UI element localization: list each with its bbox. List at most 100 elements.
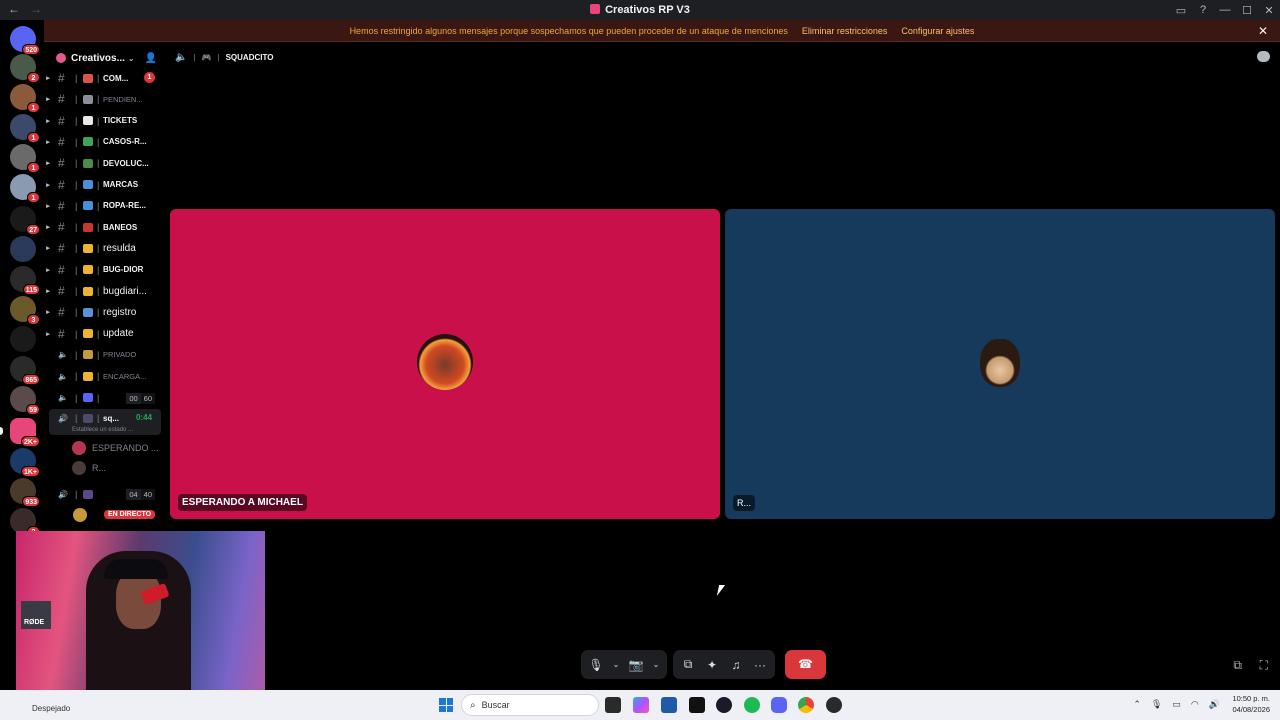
search-icon: ⌕	[470, 699, 476, 711]
more-options-icon[interactable]: ···	[751, 658, 769, 672]
text-channel[interactable]: ▸ # | | COM... 1	[44, 68, 165, 88]
voice-channel[interactable]: 🔊 | 04 40	[44, 484, 165, 504]
clock[interactable]: 10:50 p. m. 04/08/2026	[1232, 693, 1270, 715]
close-window-button[interactable]: ✕	[1258, 4, 1280, 17]
windows-start-icon[interactable]	[439, 698, 453, 712]
channel-emoji-icon	[83, 73, 93, 83]
server-icon[interactable]: 27	[10, 206, 40, 235]
help-icon[interactable]: ?	[1192, 4, 1214, 16]
clock-date: 04/08/2026	[1232, 705, 1270, 714]
text-channel[interactable]: ▸ # | | PENDIEN...	[44, 89, 165, 109]
microphone-icon[interactable]: 🎙	[587, 658, 605, 672]
channel-label: bugdiari...	[103, 285, 147, 297]
configure-settings-link[interactable]: Configurar ajustes	[901, 26, 974, 36]
server-icon[interactable]: 1K+	[10, 448, 40, 477]
server-icon-active[interactable]: 2K+	[0, 418, 40, 447]
separator: |	[75, 73, 78, 83]
channel-label: sq...	[103, 413, 120, 423]
text-channel[interactable]: ▸ # | | registro	[44, 302, 165, 322]
chat-bubble-icon[interactable]	[1257, 51, 1270, 62]
server-icon[interactable]: 865	[10, 356, 40, 385]
task-view-icon[interactable]	[605, 697, 621, 713]
close-banner-icon[interactable]: ✕	[1258, 24, 1268, 38]
popout-icon[interactable]: ⧉	[1233, 658, 1242, 673]
server-icon[interactable]: 1	[10, 144, 40, 173]
soundboard-icon[interactable]: ♫	[727, 658, 745, 672]
activities-icon[interactable]: ✦	[703, 658, 721, 672]
app-icon[interactable]	[716, 697, 732, 713]
server-icon[interactable]: 3	[10, 296, 40, 325]
app-logo-icon	[590, 4, 601, 14]
text-channel[interactable]: ▸ # | | ROPA-RE...	[44, 196, 165, 216]
server-icon[interactable]: 933	[10, 478, 40, 507]
terminal-icon[interactable]	[689, 697, 705, 713]
wifi-icon[interactable]: ◠	[1191, 699, 1199, 710]
server-icon[interactable]: 2	[10, 54, 40, 83]
text-channel[interactable]: ▸ # | | resulda	[44, 238, 165, 258]
minimize-button[interactable]: —	[1214, 4, 1236, 16]
participant-tile[interactable]: ESPERANDO A MICHAEL	[170, 209, 720, 519]
server-icon[interactable]	[10, 236, 36, 262]
volume-icon[interactable]: 🔊	[1209, 699, 1220, 710]
chevron-down-icon[interactable]: ⌄	[611, 660, 621, 669]
separator: |	[193, 52, 196, 62]
tray-overflow-icon[interactable]: ⌃	[1133, 699, 1141, 710]
hashtag-icon: #	[58, 326, 65, 341]
voice-channel[interactable]: 🔈 | | PRIVADO	[44, 345, 165, 365]
chevron-down-icon[interactable]: ⌄	[651, 660, 661, 669]
store-icon[interactable]	[661, 697, 677, 713]
spotify-icon[interactable]	[744, 697, 760, 713]
controller-icon	[83, 413, 93, 423]
maximize-button[interactable]: ☐	[1236, 4, 1258, 17]
server-icon[interactable]: 1	[10, 84, 40, 113]
text-channel[interactable]: ▸ # | | update	[44, 324, 165, 344]
server-icon[interactable]: 59	[10, 386, 40, 415]
guild-name: Creativos...	[71, 52, 125, 64]
user-limit: 40	[140, 489, 155, 500]
camera-off-icon[interactable]: 📷	[627, 658, 645, 672]
text-channel[interactable]: ▸ # | | bugdiari...	[44, 281, 165, 301]
banner-message: Hemos restringido algunos mensajes porqu…	[349, 25, 788, 36]
unread-count-badge: 1	[144, 72, 155, 83]
webcam-overlay: RØDE	[16, 531, 265, 705]
channel-label: TICKETS	[103, 116, 138, 126]
text-channel[interactable]: ▸ # | | MARCAS	[44, 175, 165, 195]
text-channel[interactable]: ▸ # | | BANEOS	[44, 217, 165, 237]
guild-header[interactable]: Creativos... ⌄ 👤	[44, 50, 165, 66]
fullscreen-icon[interactable]: ⛶	[1260, 658, 1268, 673]
remove-restrictions-link[interactable]: Eliminar restricciones	[802, 26, 888, 36]
screen-share-icon[interactable]: ⧉	[679, 657, 697, 672]
server-icon[interactable]: 1	[10, 174, 40, 203]
app-icon[interactable]	[826, 697, 842, 713]
discord-icon[interactable]	[771, 697, 787, 713]
channel-label: registro	[103, 306, 137, 318]
add-user-icon[interactable]: 👤	[145, 53, 157, 64]
network-icon[interactable]: ▭	[1172, 699, 1181, 710]
disconnect-button[interactable]: ☎	[785, 650, 826, 679]
mic-tray-icon[interactable]: 🎙	[1151, 699, 1162, 710]
taskbar-search[interactable]: ⌕ Buscar	[461, 694, 599, 716]
chrome-icon[interactable]	[798, 697, 814, 713]
server-icon[interactable]	[10, 326, 36, 352]
text-channel[interactable]: ▸ # | | BUG-DIOR	[44, 260, 165, 280]
speaker-icon: 🔈	[58, 350, 68, 360]
text-channel[interactable]: ▸ # | | DEVOLUC...	[44, 153, 165, 173]
set-status-hint[interactable]: Establece un estado ...	[72, 427, 133, 433]
server-icon[interactable]: 115	[10, 266, 40, 295]
server-icon[interactable]: 1	[10, 114, 40, 143]
voice-user-name: ESPERANDO ...	[92, 443, 159, 453]
direct-messages-icon[interactable]: 520	[10, 26, 40, 55]
text-channel[interactable]: ▸ # | | CASOS-R...	[44, 132, 165, 152]
voice-user[interactable]: R...	[72, 460, 162, 476]
participant-tile[interactable]: R...	[725, 209, 1275, 519]
server-badge: 1	[27, 132, 40, 143]
voice-user[interactable]: ESPERANDO ...	[72, 440, 162, 456]
voice-channel[interactable]: 🔈 | | 00 60	[44, 388, 165, 408]
weather-label[interactable]: Despejado	[32, 704, 70, 713]
channel-label: BANEOS	[103, 222, 138, 232]
text-channel[interactable]: ▸ # | | TICKETS	[44, 111, 165, 131]
copilot-icon[interactable]	[633, 697, 649, 713]
inbox-icon[interactable]: ▭	[1170, 4, 1192, 17]
channel-emoji-icon	[83, 222, 93, 232]
voice-channel[interactable]: 🔈 | | ENCARGA...	[44, 366, 165, 386]
